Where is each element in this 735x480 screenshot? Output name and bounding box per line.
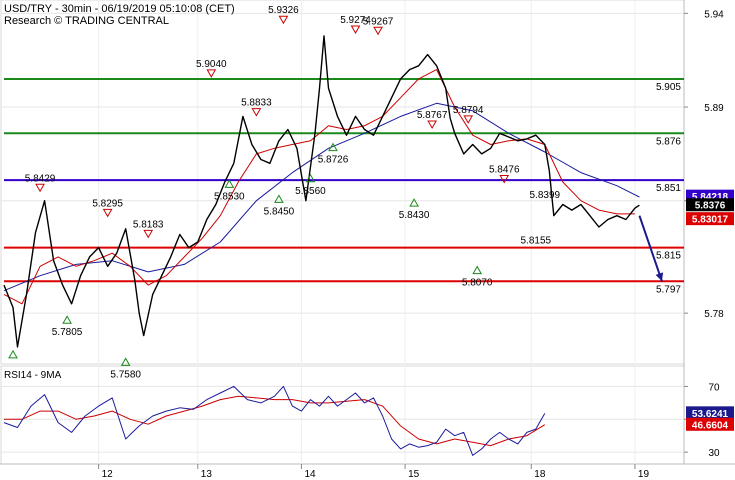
swing-low-label: 5.7580 bbox=[110, 369, 141, 380]
rsi-ytick-label: 30 bbox=[708, 448, 720, 459]
swing-low-label: 5.8070 bbox=[462, 278, 493, 289]
swing-high-label: 5.8295 bbox=[92, 198, 123, 209]
rsi-panel bbox=[0, 365, 685, 465]
swing-high-label: 5.8767 bbox=[417, 110, 448, 121]
price-ytick-label: 5.78 bbox=[704, 309, 724, 320]
price-tag-label: 5.8376 bbox=[695, 201, 726, 212]
swing-high-label: 5.9267 bbox=[363, 16, 394, 27]
level-label: 5.797 bbox=[656, 284, 681, 295]
price-tag-label: 46.6604 bbox=[692, 420, 729, 431]
level-label: 5.905 bbox=[656, 82, 681, 93]
swing-low-label: 5.8430 bbox=[399, 210, 430, 221]
rsi-title: RSI14 - 9MA bbox=[4, 370, 62, 381]
swing-low-label: 5.8530 bbox=[214, 191, 245, 202]
day-label: 18 bbox=[534, 469, 546, 480]
swing-low-label: 5.8560 bbox=[295, 186, 326, 197]
swing-high-label: 5.8183 bbox=[133, 219, 164, 230]
day-label: 14 bbox=[304, 469, 316, 480]
day-label: 13 bbox=[201, 469, 213, 480]
swing-high-label: 5.8429 bbox=[25, 173, 56, 184]
level-label: 5.851 bbox=[656, 183, 681, 194]
y-axis-ticks: 5.785.845.895.94305070 bbox=[684, 9, 724, 459]
swing-high-label: 5.9326 bbox=[268, 5, 299, 16]
chart-title: USD/TRY - 30min - 06/19/2019 05:10:08 (C… bbox=[4, 3, 235, 15]
level-label: 5.815 bbox=[656, 251, 681, 262]
price-ytick-label: 5.94 bbox=[704, 9, 724, 20]
swing-high-label: 5.8794 bbox=[453, 105, 484, 116]
x-axis-ticks: 12 13 14 15 18 19 bbox=[98, 464, 650, 480]
day-label: 12 bbox=[102, 469, 114, 480]
day-label: 19 bbox=[638, 469, 650, 480]
value-label: 5.8399 bbox=[530, 190, 561, 201]
price-ytick-label: 5.89 bbox=[704, 103, 724, 114]
level-label: 5.876 bbox=[656, 136, 681, 147]
price-panel bbox=[0, 0, 685, 365]
chart-canvas: 5.905 5.876 5.851 5.815 5.797 5.8429 5.7805 5.… bbox=[0, 0, 735, 480]
value-label: 5.8155 bbox=[520, 236, 551, 247]
rsi-ytick-label: 70 bbox=[708, 382, 720, 393]
swing-low-label: 5.8450 bbox=[264, 206, 295, 217]
day-label: 15 bbox=[408, 469, 420, 480]
swing-low-label: 5.8726 bbox=[318, 155, 349, 166]
price-tag-label: 5.83017 bbox=[692, 215, 729, 226]
swing-high-label: 5.9040 bbox=[196, 59, 227, 70]
chart-source: Research © TRADING CENTRAL bbox=[4, 15, 169, 27]
swing-high-label: 5.8476 bbox=[489, 164, 520, 175]
swing-high-label: 5.8833 bbox=[241, 98, 272, 109]
swing-low-label: 5.7805 bbox=[52, 327, 83, 338]
